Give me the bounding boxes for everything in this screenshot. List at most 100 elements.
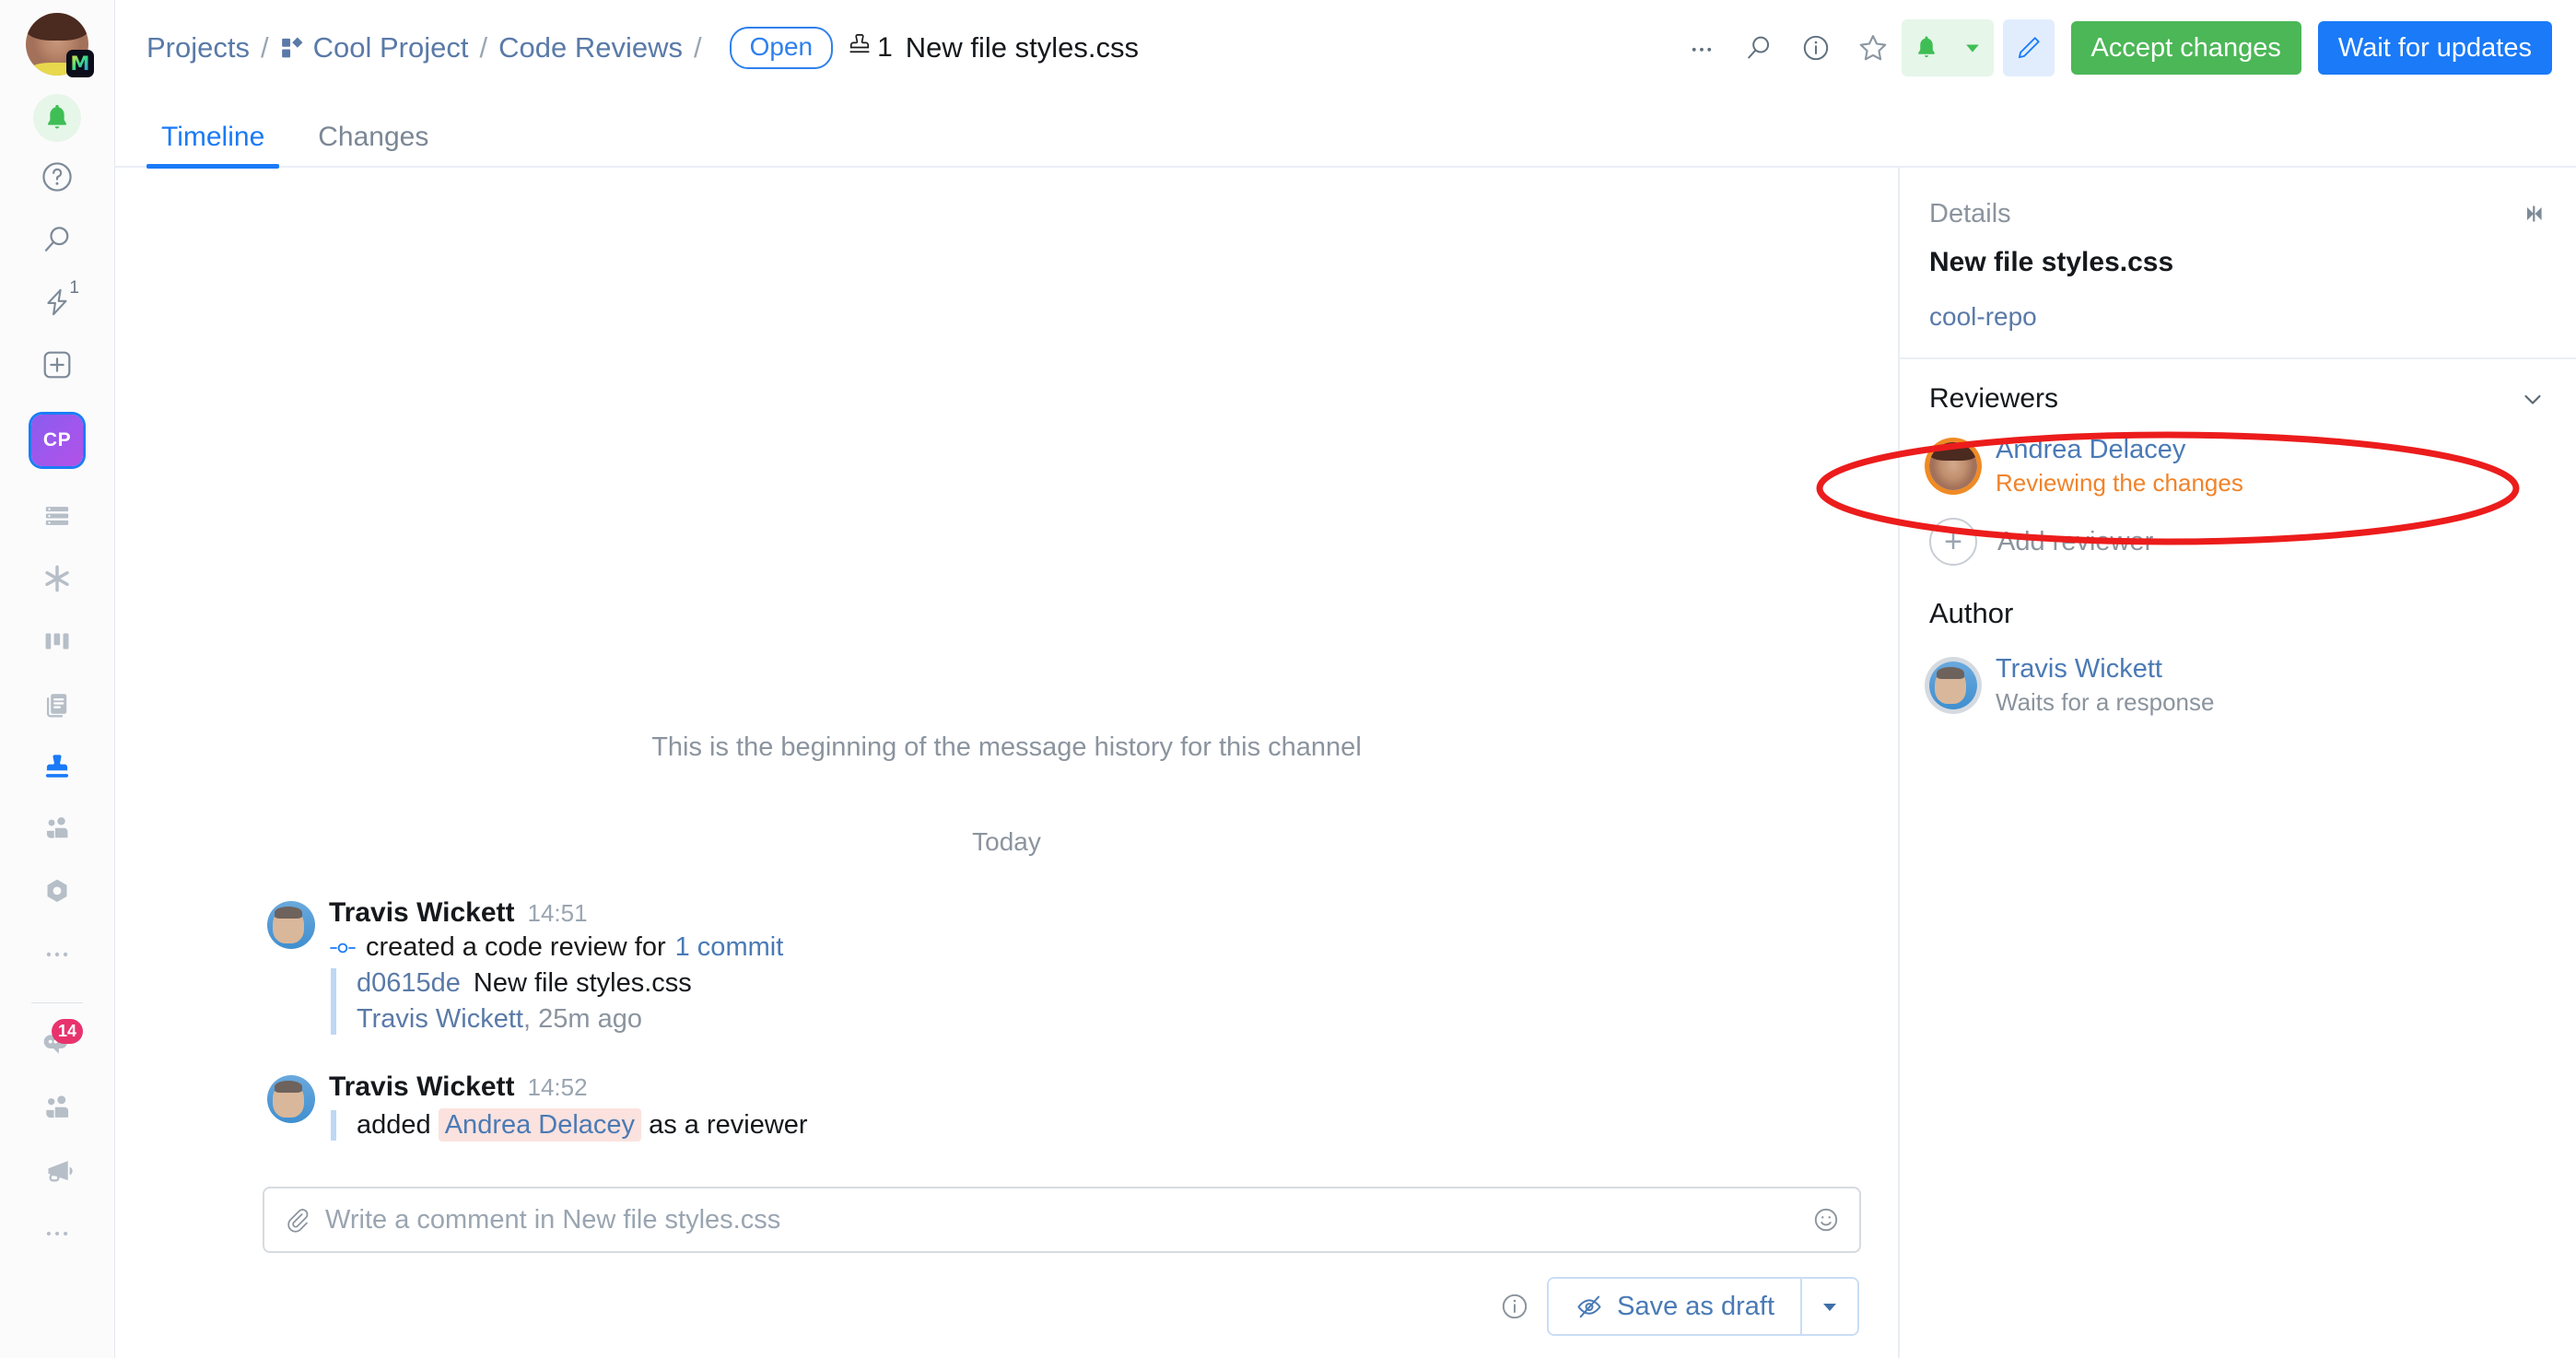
commit-link[interactable]: 1 commit [675, 932, 784, 963]
reviewer-added-row: added Andrea Delacey as a reviewer [357, 1108, 1861, 1141]
bell-icon[interactable] [1901, 19, 1951, 76]
status-badge-open[interactable]: Open [729, 26, 834, 70]
save-as-draft-group: Save as draft [1547, 1277, 1859, 1336]
commit-title: New file styles.css [473, 968, 692, 998]
project-icon [280, 36, 304, 60]
plus-circle-icon: + [1929, 518, 1977, 566]
commit-quote-meta-row: Travis Wickett, 25m ago [357, 1004, 1861, 1035]
reviewer-name[interactable]: Andrea Delacey [1996, 435, 2243, 465]
add-reviewer-button[interactable]: + Add reviewer [1929, 518, 2547, 566]
tab-timeline[interactable]: Timeline [146, 122, 280, 169]
chevron-down-icon[interactable] [1950, 19, 1994, 76]
search-icon[interactable] [29, 212, 85, 267]
team-icon[interactable] [29, 1081, 85, 1136]
comment-input-placeholder: Write a comment in New file styles.css [325, 1204, 781, 1235]
asterisk-icon[interactable] [29, 551, 85, 606]
chat-unread-badge: 14 [52, 1019, 83, 1044]
breadcrumb-separator: / [693, 31, 702, 64]
avatar [1929, 661, 1977, 709]
user-avatar[interactable]: M [26, 13, 94, 77]
chat-icon[interactable]: 14 [29, 1018, 85, 1073]
author-text: Travis Wickett Waits for a response [1996, 654, 2214, 717]
accept-changes-button[interactable]: Accept changes [2070, 21, 2301, 75]
main-area: Projects / Cool Project / Code Reviews /… [115, 0, 2576, 1358]
app-badge-letter: M [70, 52, 90, 75]
avatar[interactable] [267, 1075, 315, 1123]
app-badge-icon: M [66, 50, 94, 77]
breadcrumb-item-code-reviews[interactable]: Code Reviews [498, 31, 683, 64]
info-circle-icon[interactable] [1499, 1291, 1530, 1322]
avatar [1929, 442, 1977, 490]
more-dots-icon[interactable] [1673, 19, 1730, 76]
project-badge-cp[interactable]: CP [31, 415, 83, 466]
breadcrumb: Projects / Cool Project / Code Reviews / [146, 31, 713, 64]
more-dots-icon[interactable] [29, 1206, 85, 1261]
paperclip-icon[interactable] [283, 1206, 310, 1234]
mention-chip[interactable]: Andrea Delacey [438, 1108, 642, 1141]
search-icon[interactable] [1730, 19, 1787, 76]
page-title: New file styles.css [905, 31, 1140, 64]
pencil-icon[interactable] [2002, 19, 2055, 76]
message-header: Travis Wickett 14:51 [329, 897, 1861, 929]
question-circle-icon[interactable] [29, 149, 85, 205]
star-icon[interactable] [1844, 19, 1902, 76]
breadcrumb-item-cool-project[interactable]: Cool Project [313, 31, 469, 64]
details-repo-link[interactable]: cool-repo [1929, 302, 2547, 332]
plus-square-icon[interactable] [29, 337, 85, 392]
author-name[interactable]: Travis Wickett [1996, 654, 2214, 685]
left-icon-rail: M 1 CP 14 [0, 0, 115, 1358]
message-time: 14:51 [527, 899, 588, 927]
more-dots-icon[interactable] [29, 927, 85, 982]
message-action-line: created a code review for 1 commit [329, 932, 1861, 963]
stamp-count: 1 [846, 30, 893, 65]
megaphone-icon[interactable] [29, 1143, 85, 1199]
message-action-suffix: as a reviewer [649, 1110, 808, 1140]
rail-divider [31, 1002, 83, 1003]
comment-input-box[interactable]: Write a comment in New file styles.css [263, 1187, 1861, 1253]
stamp-count-value: 1 [877, 32, 893, 63]
details-file-section: New file styles.css cool-repo [1900, 240, 2576, 359]
eye-off-icon [1575, 1292, 1604, 1321]
bell-icon[interactable] [33, 94, 81, 142]
breadcrumb-separator: / [260, 31, 269, 64]
documents-icon[interactable] [29, 676, 85, 732]
message-author[interactable]: Travis Wickett [329, 1071, 515, 1103]
stamp-icon[interactable] [29, 739, 85, 794]
tab-bar: Timeline Changes [115, 96, 2576, 169]
comment-composer: Write a comment in New file styles.css S… [115, 1187, 1898, 1358]
message-header: Travis Wickett 14:52 [329, 1071, 1861, 1103]
day-separator: Today [972, 827, 1041, 856]
collapse-panel-icon[interactable] [2517, 201, 2550, 227]
board-icon[interactable] [29, 614, 85, 669]
message-action-prefix: created a code review for [366, 932, 666, 962]
commit-quote: d0615de New file styles.css Travis Wicket… [331, 968, 1861, 1035]
chevron-down-icon[interactable] [2519, 385, 2547, 413]
info-circle-icon[interactable] [1787, 19, 1844, 76]
breadcrumb-separator: / [479, 31, 488, 64]
nut-icon[interactable] [29, 864, 85, 919]
details-title: Details [1929, 198, 2011, 228]
message-quote: added Andrea Delacey as a reviewer [331, 1108, 1861, 1141]
app-root: M 1 CP 14 Projects / Cool Project / Code… [0, 0, 2576, 1358]
message-author[interactable]: Travis Wickett [329, 897, 515, 929]
avatar[interactable] [267, 901, 315, 949]
commit-sha[interactable]: d0615de [357, 968, 461, 998]
body-row: This is the beginning of the message his… [115, 168, 2576, 1358]
save-as-draft-caret[interactable] [1800, 1279, 1857, 1334]
save-as-draft-label: Save as draft [1617, 1291, 1774, 1321]
breadcrumb-item-projects[interactable]: Projects [146, 31, 250, 64]
emoji-icon[interactable] [1811, 1205, 1841, 1235]
reviewers-header: Reviewers [1929, 383, 2547, 415]
save-as-draft-button[interactable]: Save as draft [1549, 1279, 1800, 1334]
people-icon[interactable] [29, 802, 85, 857]
list-icon[interactable] [29, 488, 85, 544]
timeline-column: This is the beginning of the message his… [115, 168, 1898, 1358]
author-row-travis-wickett[interactable]: Travis Wickett Waits for a response [1929, 654, 2547, 717]
wait-for-updates-button[interactable]: Wait for updates [2317, 21, 2552, 75]
top-bar: Projects / Cool Project / Code Reviews /… [115, 0, 2576, 96]
reviewer-row-andrea-delacey[interactable]: Andrea Delacey Reviewing the changes [1929, 435, 2547, 498]
tab-changes[interactable]: Changes [303, 122, 443, 166]
commit-author[interactable]: Travis Wickett [357, 1004, 523, 1034]
lightning-icon[interactable]: 1 [29, 275, 85, 330]
timeline-message: Travis Wickett 14:52 added Andrea Delace… [115, 1071, 1898, 1146]
